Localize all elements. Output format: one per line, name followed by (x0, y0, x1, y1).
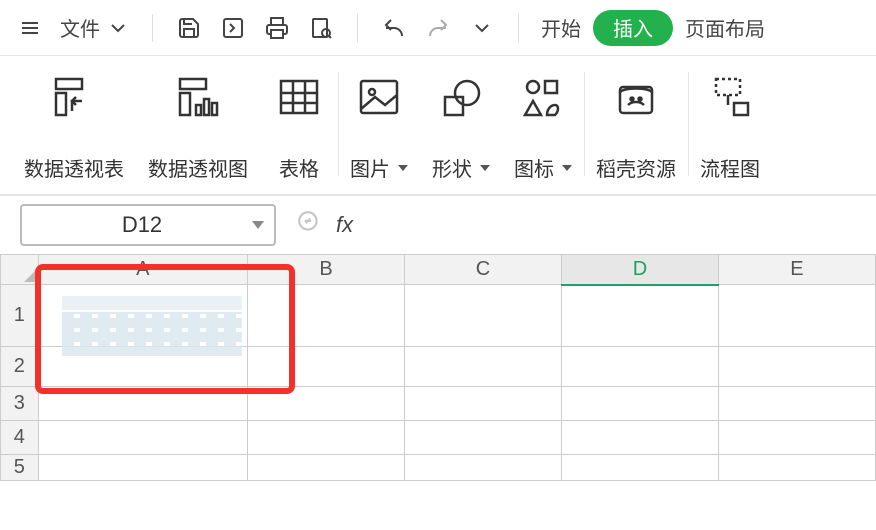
hamburger-icon[interactable] (12, 10, 48, 46)
name-box-dropdown-icon[interactable] (252, 221, 264, 229)
save-button[interactable] (171, 10, 207, 46)
ribbon-pivot-table[interactable]: 数据透视表 (12, 64, 136, 194)
grid-row: 1 (1, 285, 876, 347)
ribbon-shapes[interactable]: 形状 (420, 64, 502, 194)
redo-button[interactable] (420, 10, 456, 46)
cell-C5[interactable] (404, 455, 561, 481)
col-header-B[interactable]: B (248, 255, 405, 285)
grid-table[interactable]: A B C D E 1 2 3 (0, 254, 876, 481)
ribbon: 数据透视表 数据透视图 表格 图片 形状 图标 稻壳资源 (0, 56, 876, 196)
cell-B1[interactable] (248, 285, 405, 347)
file-menu[interactable]: 文件 (56, 10, 134, 46)
ribbon-docer-label: 稻壳资源 (596, 153, 676, 182)
pivot-chart-icon (171, 70, 225, 124)
ribbon-pivot-chart-label: 数据透视图 (148, 153, 248, 182)
undo-button[interactable] (376, 10, 412, 46)
ribbon-docer[interactable]: 稻壳资源 (584, 64, 688, 194)
ribbon-shapes-label: 形状 (432, 153, 490, 182)
cell-E3[interactable] (718, 387, 875, 421)
grid-row: 2 (1, 347, 876, 387)
shapes-icon (434, 70, 488, 124)
cell-A4[interactable] (38, 421, 247, 455)
titlebar: 文件 开始 插入 页面布局 (0, 0, 876, 56)
print-button[interactable] (259, 10, 295, 46)
ribbon-table[interactable]: 表格 (260, 64, 338, 194)
cell-D5[interactable] (561, 455, 718, 481)
name-box[interactable]: D12 (20, 204, 276, 246)
row-header-5[interactable]: 5 (1, 455, 39, 481)
print-preview-button[interactable] (303, 10, 339, 46)
formula-bar: D12 fx (0, 196, 876, 254)
formula-area: fx (296, 204, 856, 246)
fx-label[interactable]: fx (336, 212, 353, 238)
ribbon-table-label: 表格 (279, 153, 319, 182)
col-header-A[interactable]: A (38, 255, 247, 285)
cancel-icon[interactable] (296, 209, 322, 241)
row-header-3[interactable]: 3 (1, 387, 39, 421)
select-all-corner[interactable] (1, 255, 39, 285)
cell-B3[interactable] (248, 387, 405, 421)
formula-input[interactable] (367, 204, 856, 246)
cell-B5[interactable] (248, 455, 405, 481)
col-header-D[interactable]: D (561, 255, 718, 285)
cell-D2[interactable] (561, 347, 718, 387)
grid-row: 4 (1, 421, 876, 455)
file-menu-label: 文件 (60, 13, 100, 42)
ribbon-flowchart-label: 流程图 (700, 153, 760, 182)
cell-C1[interactable] (404, 285, 561, 347)
cell-E4[interactable] (718, 421, 875, 455)
cell-A1[interactable] (38, 285, 247, 347)
name-box-value: D12 (32, 212, 252, 238)
output-button[interactable] (215, 10, 251, 46)
ribbon-flowchart[interactable]: 流程图 (688, 64, 772, 194)
col-header-E[interactable]: E (718, 255, 875, 285)
grid-row: 3 (1, 387, 876, 421)
cell-C2[interactable] (404, 347, 561, 387)
tab-insert[interactable]: 插入 (593, 10, 673, 46)
row-header-2[interactable]: 2 (1, 347, 39, 387)
docer-icon (609, 70, 663, 124)
cell-E2[interactable] (718, 347, 875, 387)
undo-dropdown[interactable] (464, 10, 500, 46)
separator (152, 14, 153, 42)
cell-A3[interactable] (38, 387, 247, 421)
separator (518, 14, 519, 42)
ribbon-icons[interactable]: 图标 (502, 64, 584, 194)
ribbon-pivot-chart[interactable]: 数据透视图 (136, 64, 260, 194)
cell-E5[interactable] (718, 455, 875, 481)
cell-D3[interactable] (561, 387, 718, 421)
picture-icon (352, 70, 406, 124)
pivot-table-icon (47, 70, 101, 124)
grid-row: 5 (1, 455, 876, 481)
ribbon-pivot-table-label: 数据透视表 (24, 153, 124, 182)
column-header-row: A B C D E (1, 255, 876, 285)
tab-page-layout[interactable]: 页面布局 (681, 10, 769, 46)
flowchart-icon (703, 70, 757, 124)
ribbon-picture[interactable]: 图片 (338, 64, 420, 194)
cell-C4[interactable] (404, 421, 561, 455)
cell-D1[interactable] (561, 285, 718, 347)
cell-B4[interactable] (248, 421, 405, 455)
cell-A2[interactable] (38, 347, 247, 387)
tab-start[interactable]: 开始 (537, 10, 585, 46)
cell-C3[interactable] (404, 387, 561, 421)
separator (357, 14, 358, 42)
row-header-1[interactable]: 1 (1, 285, 39, 347)
cell-A5[interactable] (38, 455, 247, 481)
table-icon (272, 70, 326, 124)
cell-B2[interactable] (248, 347, 405, 387)
cell-E1[interactable] (718, 285, 875, 347)
col-header-C[interactable]: C (404, 255, 561, 285)
row-header-4[interactable]: 4 (1, 421, 39, 455)
cell-D4[interactable] (561, 421, 718, 455)
spreadsheet-grid: A B C D E 1 2 3 (0, 254, 876, 481)
ribbon-icons-label: 图标 (514, 153, 572, 182)
icons-icon (516, 70, 570, 124)
ribbon-picture-label: 图片 (350, 153, 408, 182)
